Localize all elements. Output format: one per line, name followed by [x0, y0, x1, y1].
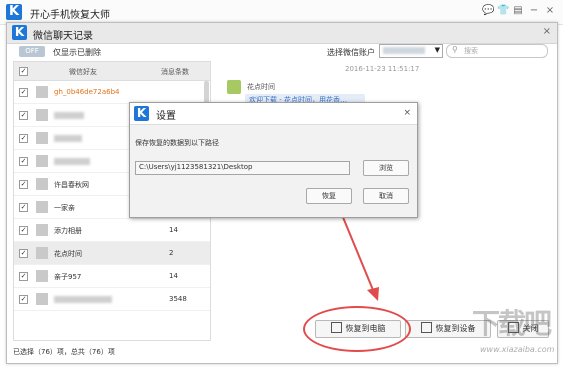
restore-button[interactable]: 恢复: [306, 188, 352, 204]
close-window-button[interactable]: ×: [544, 5, 556, 17]
row-checkbox[interactable]: ✓: [19, 157, 28, 166]
watermark: 下载吧: [472, 307, 552, 340]
menu-icon[interactable]: ▤: [512, 5, 524, 17]
list-item[interactable]: ✓ 亲子957 14: [14, 265, 210, 288]
row-checkbox[interactable]: ✓: [19, 295, 28, 304]
avatar: [36, 201, 48, 213]
dialog-header: K 微信聊天记录 ×: [7, 23, 557, 44]
row-checkbox[interactable]: ✓: [19, 88, 28, 97]
cancel-button[interactable]: 取消: [363, 188, 409, 204]
contact-name: gh_0b46de72a6b4: [54, 88, 120, 96]
annotation-ellipse: [303, 306, 411, 352]
avatar: [36, 155, 48, 167]
redacted-name: [54, 158, 90, 165]
row-checkbox[interactable]: ✓: [19, 134, 28, 143]
settings-dialog: K 设置 × 保存恢复的数据到以下路径 C:\Users\yj112358132…: [129, 102, 418, 218]
message-count: 3548: [169, 295, 187, 303]
contact-name: 一家亲: [54, 204, 75, 212]
settings-close-button[interactable]: ×: [403, 108, 411, 118]
dialog-close-button[interactable]: ×: [543, 26, 551, 37]
header-friend: 微信好友: [69, 68, 97, 76]
select-all-checkbox[interactable]: ✓: [19, 67, 28, 76]
redacted-name: [54, 112, 84, 119]
avatar: [36, 178, 48, 190]
dialog-logo-icon: K: [12, 25, 27, 40]
dialog-title: 微信聊天记录: [33, 31, 93, 42]
list-item[interactable]: ✓ 3548: [14, 288, 210, 311]
save-path-label: 保存恢复的数据到以下路径: [135, 139, 219, 147]
save-path-value: C:\Users\yj1123581321\Desktop: [139, 163, 253, 171]
avatar: [36, 109, 48, 121]
account-select-value: [383, 47, 425, 54]
contact-name: 添力相册: [54, 227, 82, 235]
restore-to-device-label: 恢复到设备: [435, 324, 476, 333]
contact-list-header: ✓ 微信好友 消息条数: [14, 62, 210, 81]
redacted-name: [54, 296, 112, 303]
row-checkbox[interactable]: ✓: [19, 272, 28, 281]
search-icon: ⚲: [452, 45, 458, 54]
settings-logo-icon: K: [134, 106, 149, 121]
list-item[interactable]: ✓ 添力相册 14: [14, 219, 210, 242]
avatar: [36, 247, 48, 259]
save-path-field[interactable]: C:\Users\yj1123581321\Desktop: [135, 161, 350, 175]
row-checkbox[interactable]: ✓: [19, 226, 28, 235]
app-title: 开心手机恢复大师: [30, 10, 110, 21]
avatar: [36, 270, 48, 282]
device-icon: [420, 322, 432, 333]
settings-title: 设置: [156, 111, 176, 122]
avatar: [36, 132, 48, 144]
watermark-url: www.xiazaiba.com: [480, 345, 555, 354]
list-item[interactable]: ✓ 花点时间 2: [14, 242, 210, 265]
browse-button[interactable]: 浏览: [363, 160, 409, 176]
deleted-only-toggle[interactable]: OFF: [19, 46, 45, 57]
list-item[interactable]: ✓ gh_0b46de72a6b4: [14, 81, 210, 104]
message-count: 2: [169, 249, 174, 257]
chat-icon[interactable]: 💬: [482, 5, 494, 17]
account-label: 选择微信账户: [327, 48, 375, 57]
dropdown-arrow-icon: ▼: [434, 46, 440, 54]
chat-timestamp: 2016-11-23 11:51:17: [345, 65, 420, 73]
search-input[interactable]: ⚲ 搜索: [446, 44, 548, 58]
message-count: 14: [169, 272, 178, 280]
deleted-only-label: 仅显示已删除: [53, 48, 101, 57]
contact-name: 花点时间: [54, 250, 82, 258]
avatar: [36, 86, 48, 98]
chat-avatar: [227, 80, 241, 94]
avatar: [36, 224, 48, 236]
row-checkbox[interactable]: ✓: [19, 203, 28, 212]
redacted-name: [54, 135, 82, 142]
skin-icon[interactable]: 👕: [497, 5, 509, 17]
app-logo-icon: K: [6, 4, 22, 20]
header-count: 消息条数: [161, 68, 189, 76]
row-checkbox[interactable]: ✓: [19, 180, 28, 189]
minimize-button[interactable]: −: [528, 5, 540, 17]
message-count: 14: [169, 226, 178, 234]
search-placeholder: 搜索: [464, 47, 478, 55]
avatar: [36, 293, 48, 305]
row-checkbox[interactable]: ✓: [19, 249, 28, 258]
chat-sender: 花点时间: [247, 83, 275, 91]
contact-name: 许昌春秋网: [54, 181, 89, 189]
selection-status: 已选择（76）项，总共（76）项: [13, 348, 115, 356]
account-select[interactable]: ▼: [379, 44, 443, 58]
row-checkbox[interactable]: ✓: [19, 111, 28, 120]
contact-name: 亲子957: [54, 273, 82, 281]
settings-header: K 设置 ×: [130, 103, 417, 125]
